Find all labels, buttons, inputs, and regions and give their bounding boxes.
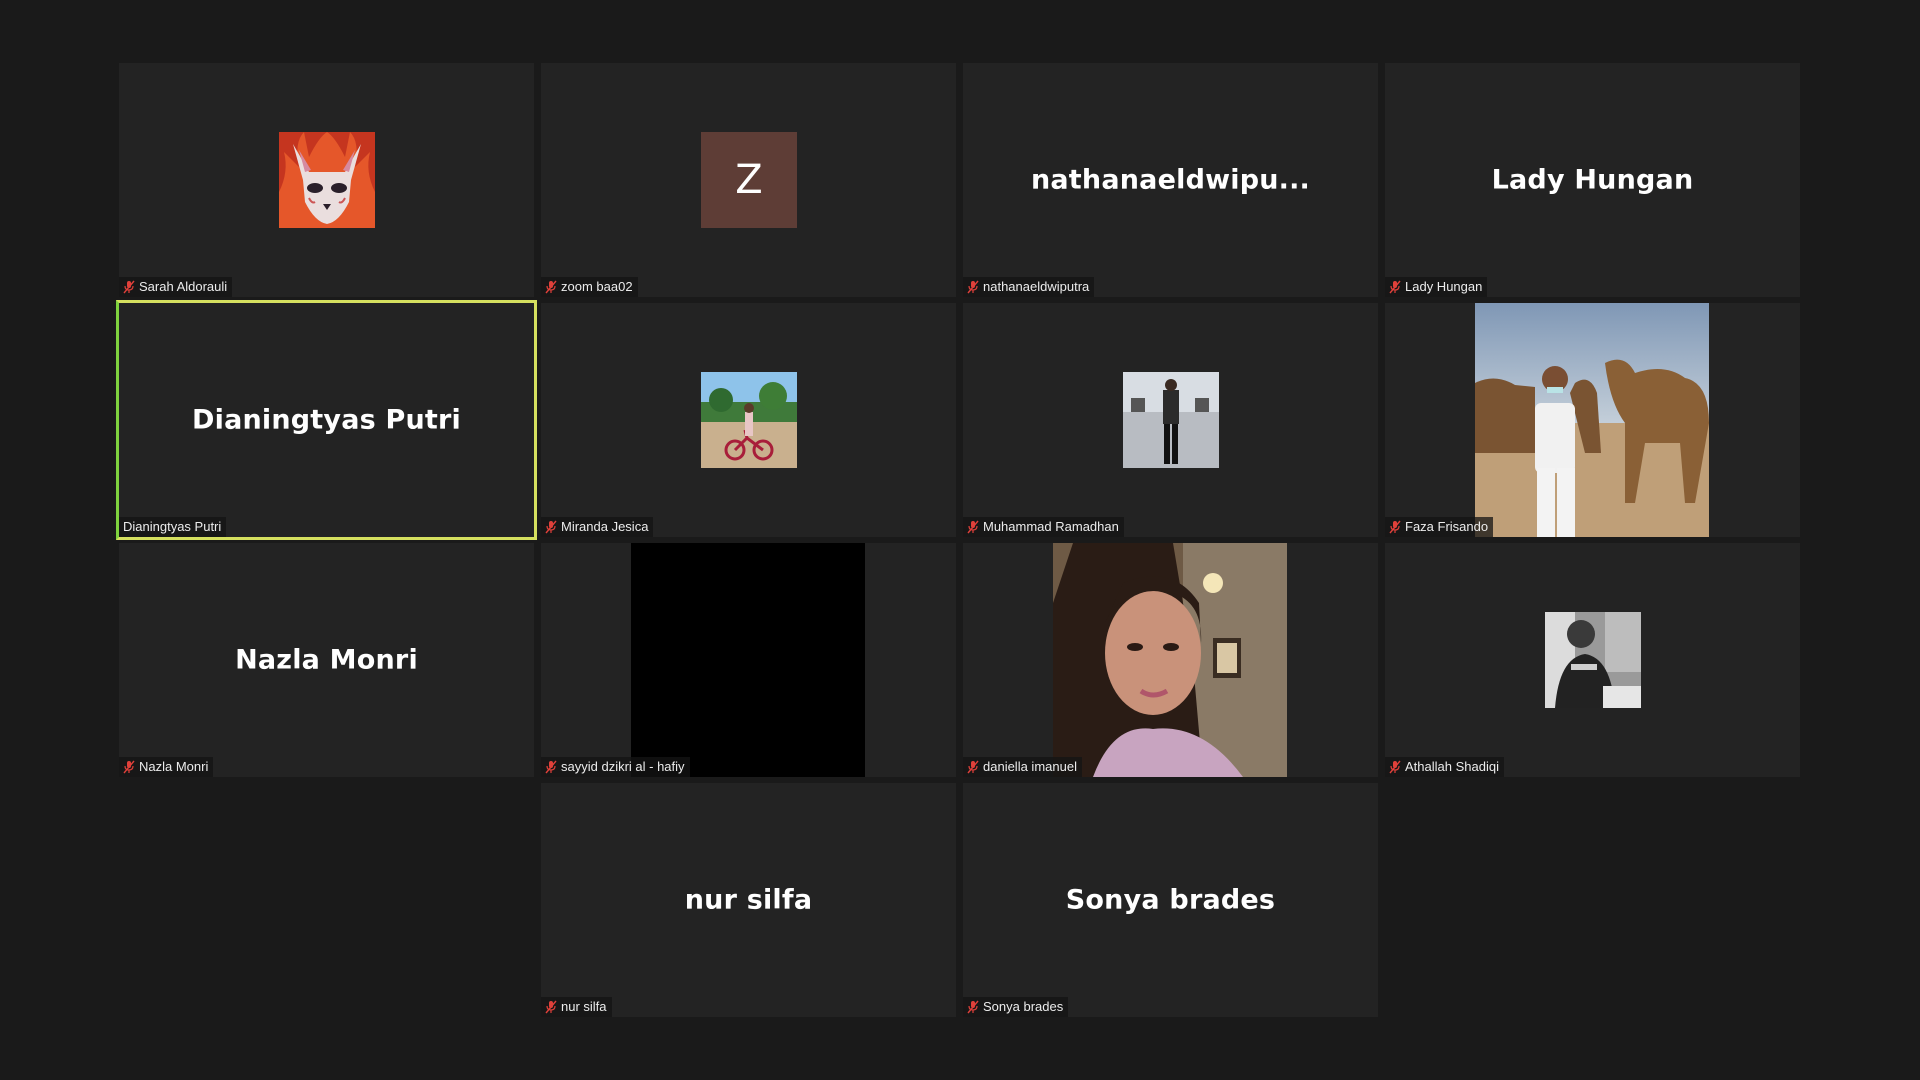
participant-name-tag: daniella imanuel <box>963 757 1082 777</box>
participant-name: Miranda Jesica <box>561 519 649 534</box>
muted-microphone-icon <box>545 280 557 294</box>
participant-name: Faza Frisando <box>1405 519 1489 534</box>
participant-tile[interactable]: nathanaeldwipu... nathanaeldwiputra <box>963 63 1378 297</box>
participant-name: nathanaeldwiputra <box>983 279 1090 294</box>
participant-name-tag: Dianingtyas Putri <box>119 517 227 537</box>
participant-name-tag: nur silfa <box>541 997 612 1017</box>
participant-tile[interactable]: Sonya brades Sonya brades <box>963 783 1378 1017</box>
video-feed-dark <box>631 543 865 777</box>
participant-name: daniella imanuel <box>983 759 1077 774</box>
participant-name-tag: sayyid dzikri al - hafiy <box>541 757 690 777</box>
profile-picture-grayscale <box>1545 612 1641 708</box>
participant-name-tag: Miranda Jesica <box>541 517 654 537</box>
participant-tile[interactable]: daniella imanuel <box>963 543 1378 777</box>
participant-tile[interactable]: sayyid dzikri al - hafiy <box>541 543 956 777</box>
muted-microphone-icon <box>1389 280 1401 294</box>
muted-microphone-icon <box>1389 520 1401 534</box>
participant-name-tag: nathanaeldwiputra <box>963 277 1095 297</box>
participant-name: zoom baa02 <box>561 279 633 294</box>
muted-microphone-icon <box>967 1000 979 1014</box>
participant-name: Dianingtyas Putri <box>123 519 222 534</box>
participant-name: Sarah Aldorauli <box>139 279 228 294</box>
participant-name: Sonya brades <box>983 999 1064 1014</box>
participant-name-tag: zoom baa02 <box>541 277 638 297</box>
participant-display-name: nathanaeldwipu... <box>1030 164 1311 196</box>
video-feed-camels <box>1475 303 1709 537</box>
participant-name-tag: Lady Hungan <box>1385 277 1488 297</box>
profile-picture-bicycle <box>701 372 797 468</box>
muted-microphone-icon <box>545 1000 557 1014</box>
participant-name: Lady Hungan <box>1405 279 1483 294</box>
participant-display-name: Dianingtyas Putri <box>192 404 461 436</box>
participant-tile[interactable]: Faza Frisando <box>1385 303 1800 537</box>
video-feed-person <box>1053 543 1287 777</box>
participant-tile[interactable]: Lady Hungan Lady Hungan <box>1385 63 1800 297</box>
participant-tile[interactable]: nur silfa nur silfa <box>541 783 956 1017</box>
participant-name: Athallah Shadiqi <box>1405 759 1499 774</box>
participant-tile[interactable]: Muhammad Ramadhan <box>963 303 1378 537</box>
participant-tile[interactable]: Nazla Monri Nazla Monri <box>119 543 534 777</box>
participant-name: Muhammad Ramadhan <box>983 519 1119 534</box>
participant-name-tag: Faza Frisando <box>1385 517 1494 537</box>
muted-microphone-icon <box>545 760 557 774</box>
profile-picture-person-standing <box>1123 372 1219 468</box>
participant-name-tag: Muhammad Ramadhan <box>963 517 1124 537</box>
participant-tile[interactable]: Sarah Aldorauli <box>119 63 534 297</box>
participant-name-tag: Sonya brades <box>963 997 1069 1017</box>
muted-microphone-icon <box>967 280 979 294</box>
muted-microphone-icon <box>545 520 557 534</box>
participant-tile-active-speaker[interactable]: Dianingtyas Putri Dianingtyas Putri <box>116 300 537 540</box>
participant-display-name: Sonya brades <box>1065 884 1276 916</box>
participant-name-tag: Athallah Shadiqi <box>1385 757 1504 777</box>
participant-tile[interactable]: Athallah Shadiqi <box>1385 543 1800 777</box>
muted-microphone-icon <box>967 760 979 774</box>
gallery-view: Sarah Aldorauli Z zoom baa02 nathanaeldw… <box>116 63 1802 1017</box>
participant-display-name: nur silfa <box>684 884 813 916</box>
participant-display-name: Lady Hungan <box>1491 164 1694 196</box>
avatar-initial: Z <box>701 132 797 228</box>
participant-display-name: Nazla Monri <box>235 644 418 676</box>
muted-microphone-icon <box>1389 760 1401 774</box>
participant-name: sayyid dzikri al - hafiy <box>561 759 685 774</box>
participant-tile[interactable]: Z zoom baa02 <box>541 63 956 297</box>
participant-tile[interactable]: Miranda Jesica <box>541 303 956 537</box>
muted-microphone-icon <box>123 760 135 774</box>
participant-name: nur silfa <box>561 999 607 1014</box>
muted-microphone-icon <box>123 280 135 294</box>
profile-picture-fox-mask <box>279 132 375 228</box>
muted-microphone-icon <box>967 520 979 534</box>
participant-name: Nazla Monri <box>139 759 209 774</box>
participant-name-tag: Sarah Aldorauli <box>119 277 233 297</box>
participant-name-tag: Nazla Monri <box>119 757 214 777</box>
